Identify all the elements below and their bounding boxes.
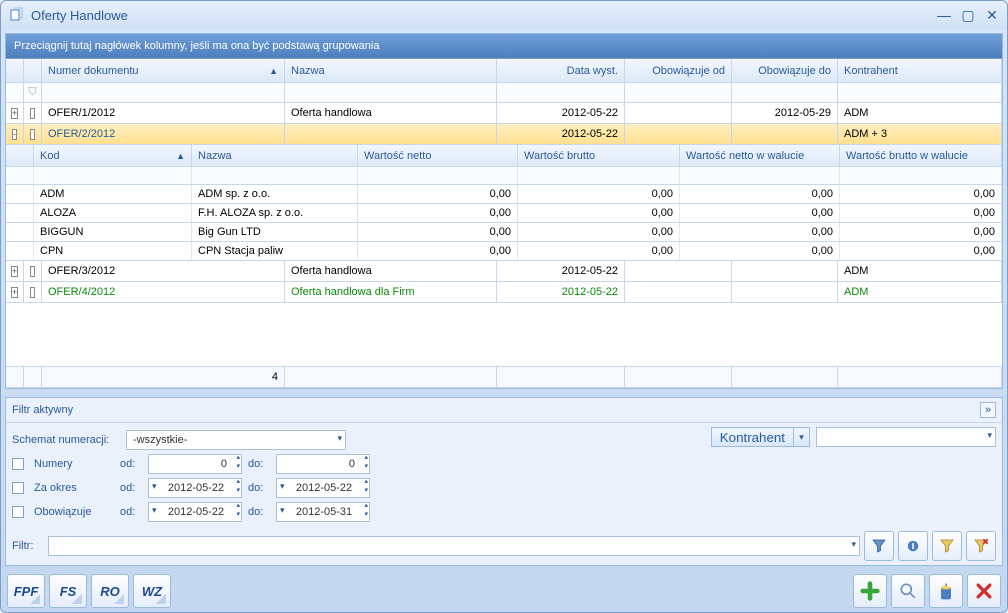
collapse-icon[interactable]: - — [12, 129, 17, 140]
col-data-wyst[interactable]: Data wyst. — [497, 59, 625, 82]
grid-filter-row: ⛉ — [6, 83, 1002, 103]
grid-panel: Przeciągnij tutaj nagłówek kolumny, jeśl… — [5, 33, 1003, 389]
table-row[interactable]: + OFER/4/2012 Oferta handlowa dla Firm 2… — [6, 282, 1002, 303]
close-button[interactable]: ✕ — [985, 7, 999, 24]
doc-wz-button[interactable]: WZ — [133, 574, 171, 608]
kontrahent-combo[interactable] — [816, 427, 996, 447]
bottom-toolbar: FPF FS RO WZ — [1, 570, 1007, 612]
table-row[interactable]: + OFER/3/2012 Oferta handlowa 2012-05-22… — [6, 261, 1002, 282]
filter-od[interactable] — [625, 83, 732, 102]
filter-kontr[interactable] — [838, 83, 1002, 102]
app-window: Oferty Handlowe — ▢ ✕ Przeciągnij tutaj … — [0, 0, 1008, 613]
expand-icon[interactable]: + — [11, 108, 18, 119]
clear-filter-button[interactable] — [932, 531, 962, 561]
zaokres-checkbox[interactable] — [12, 482, 24, 494]
add-button[interactable] — [853, 574, 887, 608]
doc-ro-button[interactable]: RO — [91, 574, 129, 608]
subcol-kod[interactable]: Kod▲ — [34, 145, 192, 166]
app-icon — [9, 7, 25, 23]
titlebar[interactable]: Oferty Handlowe — ▢ ✕ — [1, 1, 1007, 29]
apply-filter-button[interactable] — [864, 531, 894, 561]
obow-do-input[interactable] — [276, 502, 370, 522]
schemat-combo[interactable] — [126, 430, 346, 450]
filter-panel: Filtr aktywny » Schemat numeracji: Numer… — [5, 397, 1003, 566]
filter-expression-input[interactable] — [48, 536, 860, 556]
group-by-panel[interactable]: Przeciągnij tutaj nagłówek kolumny, jeśl… — [6, 34, 1002, 59]
col-obow-do[interactable]: Obowiązuje do — [732, 59, 838, 82]
schemat-label: Schemat numeracji: — [12, 434, 120, 446]
filter-numer[interactable] — [42, 83, 285, 102]
kontrahent-button[interactable]: Kontrahent — [711, 427, 794, 447]
subgrid-filter-row — [6, 167, 1002, 185]
zaokres-od-input[interactable] — [148, 478, 242, 498]
row-checkbox[interactable] — [30, 129, 35, 140]
row-checkbox[interactable] — [30, 266, 35, 277]
filter-builder-button[interactable] — [898, 531, 928, 561]
col-numer[interactable]: Numer dokumentu▲ — [42, 59, 285, 82]
obow-label: Obowiązuje — [34, 506, 114, 518]
delete-button[interactable] — [929, 574, 963, 608]
col-expand — [6, 59, 24, 82]
zaokres-do-input[interactable] — [276, 478, 370, 498]
subcol-wbw[interactable]: Wartość brutto w walucie — [840, 145, 1002, 166]
summary-row: 4 — [6, 366, 1002, 388]
numery-od-input[interactable] — [148, 454, 242, 474]
subcol-wn[interactable]: Wartość netto — [358, 145, 518, 166]
subgrid-row[interactable]: ADM ADM sp. z o.o. 0,00 0,00 0,00 0,00 — [6, 185, 1002, 204]
expand-icon[interactable]: + — [11, 287, 18, 298]
subgrid-row[interactable]: ALOZA F.H. ALOZA sp. z o.o. 0,00 0,00 0,… — [6, 204, 1002, 223]
table-row[interactable]: + OFER/1/2012 Oferta handlowa 2012-05-22… — [6, 103, 1002, 124]
close-panel-button[interactable] — [967, 574, 1001, 608]
minimize-button[interactable]: — — [937, 7, 951, 24]
subgrid-row[interactable]: CPN CPN Stacja paliw 0,00 0,00 0,00 0,00 — [6, 242, 1002, 261]
doc-fs-button[interactable]: FS — [49, 574, 87, 608]
subgrid-row[interactable]: BIGGUN Big Gun LTD 0,00 0,00 0,00 0,00 — [6, 223, 1002, 242]
grid-header: Numer dokumentu▲ Nazwa Data wyst. Obowią… — [6, 59, 1002, 83]
remove-filter-button[interactable] — [966, 531, 996, 561]
col-obow-od[interactable]: Obowiązuje od — [625, 59, 732, 82]
numery-label: Numery — [34, 458, 114, 470]
col-nazwa[interactable]: Nazwa — [285, 59, 497, 82]
obow-checkbox[interactable] — [12, 506, 24, 518]
maximize-button[interactable]: ▢ — [961, 7, 975, 24]
filter-nazwa[interactable] — [285, 83, 497, 102]
subcol-wnw[interactable]: Wartość netto w walucie — [680, 145, 840, 166]
summary-count: 4 — [42, 367, 285, 387]
numery-checkbox[interactable] — [12, 458, 24, 470]
window-title: Oferty Handlowe — [31, 8, 937, 23]
subcol-nazwa[interactable]: Nazwa — [192, 145, 358, 166]
obow-od-input[interactable] — [148, 502, 242, 522]
doc-fpf-button[interactable]: FPF — [7, 574, 45, 608]
row-checkbox[interactable] — [30, 287, 35, 298]
subgrid-header: Kod▲ Nazwa Wartość netto Wartość brutto … — [6, 145, 1002, 167]
search-button[interactable] — [891, 574, 925, 608]
grid-body: + OFER/1/2012 Oferta handlowa 2012-05-22… — [6, 103, 1002, 366]
filter-data[interactable] — [497, 83, 625, 102]
zaokres-label: Za okres — [34, 482, 114, 494]
numery-do-input[interactable] — [276, 454, 370, 474]
col-check — [24, 59, 42, 82]
table-row[interactable]: - OFER/2/2012 2012-05-22 ADM + 3 — [6, 124, 1002, 145]
filtr-label: Filtr: — [12, 540, 44, 552]
expand-icon[interactable]: + — [11, 266, 18, 277]
sort-asc-icon: ▲ — [176, 151, 185, 161]
filter-indicator-icon[interactable]: ⛉ — [24, 83, 42, 102]
col-kontrahent[interactable]: Kontrahent — [838, 59, 1002, 82]
collapse-filter-icon[interactable]: » — [980, 402, 996, 418]
kontrahent-dropdown-icon[interactable]: ▾ — [794, 427, 810, 447]
filter-do[interactable] — [732, 83, 838, 102]
filter-title: Filtr aktywny » — [6, 398, 1002, 423]
row-checkbox[interactable] — [30, 108, 35, 119]
sort-asc-icon: ▲ — [269, 66, 278, 76]
subcol-wb[interactable]: Wartość brutto — [518, 145, 680, 166]
